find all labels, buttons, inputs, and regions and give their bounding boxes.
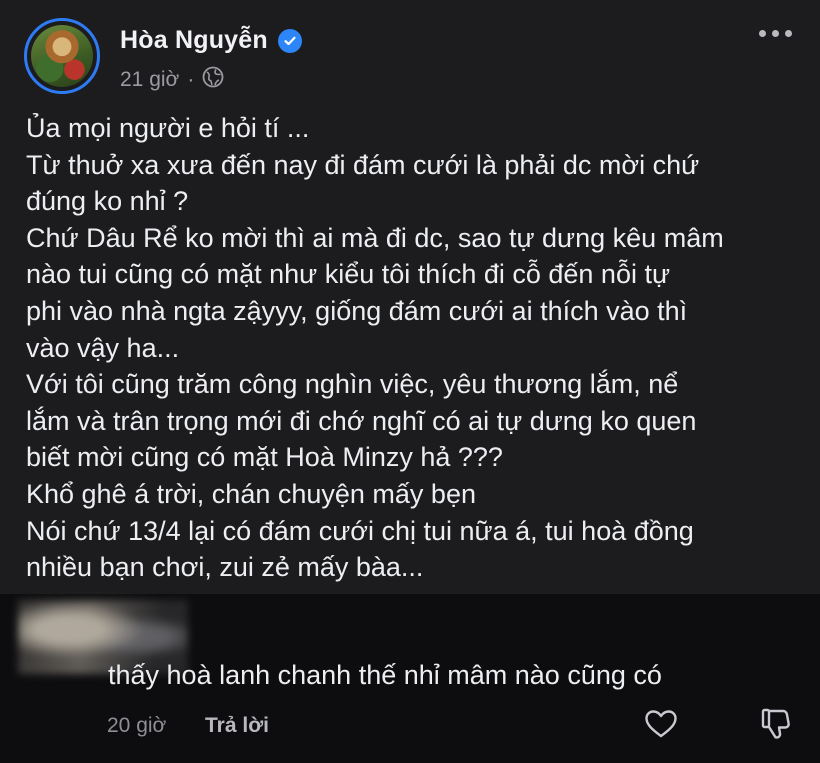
- thumbs-down-icon[interactable]: [760, 707, 792, 746]
- post-card: Hòa Nguyễn 21 giờ · Ủa mọi người e hỏi t…: [0, 0, 820, 594]
- post-meta: 21 giờ ·: [120, 66, 224, 94]
- post-line: Ủa mọi người e hỏi tí ...: [26, 113, 310, 143]
- post-line: Nói chứ 13/4 lại có đám cưới chị tui nữa…: [26, 515, 694, 546]
- post-time[interactable]: 21 giờ: [120, 68, 179, 92]
- more-dot: [759, 30, 766, 37]
- more-options-button[interactable]: [759, 30, 792, 37]
- post-line: Khổ ghê á trời, chán chuyện mấy bẹn: [26, 478, 476, 509]
- post-line: đúng ko nhỉ ?: [26, 186, 189, 217]
- verified-badge-icon: [277, 28, 302, 53]
- comment-time: 20 giờ: [107, 714, 167, 737]
- author-name[interactable]: Hòa Nguyễn: [120, 26, 268, 55]
- author-row: Hòa Nguyễn: [120, 26, 302, 55]
- post-line: nào tui cũng có mặt như kiểu tôi thích đ…: [26, 259, 671, 290]
- more-dot: [785, 30, 792, 37]
- globe-icon: [202, 66, 224, 94]
- post-content: Ủa mọi người e hỏi tí ... Từ thuở xa xưa…: [26, 110, 806, 586]
- comment: thấy hoà lanh chanh thế nhỉ mâm nào cũng…: [0, 594, 820, 763]
- post-line: vào vậy ha...: [26, 332, 180, 363]
- comment-text: thấy hoà lanh chanh thế nhỉ mâm nào cũng…: [108, 660, 662, 690]
- author-avatar[interactable]: [24, 18, 100, 94]
- post-line: lắm và trân trọng mới đi chớ nghĩ có ai …: [26, 405, 697, 436]
- post-line: phi vào nhà ngta zậyyy, giống đám cưới a…: [26, 295, 688, 326]
- post-line: Chứ Dâu Rể ko mời thì ai mà đi dc, sao t…: [26, 222, 724, 253]
- meta-separator: ·: [187, 68, 195, 91]
- more-dot: [772, 30, 779, 37]
- heart-icon[interactable]: [644, 709, 678, 744]
- post-line: Với tôi cũng trăm công nghìn việc, yêu t…: [26, 369, 679, 400]
- post-line: nhiều bạn chơi, zui zẻ mấy bàa...: [26, 552, 424, 583]
- avatar-image: [31, 25, 93, 87]
- post-line: Từ thuở xa xưa đến nay đi đám cưới là ph…: [26, 149, 700, 180]
- post-line: biết mời cũng có mặt Hoà Minzy hả ???: [26, 442, 503, 473]
- reply-button[interactable]: Trả lời: [205, 714, 269, 738]
